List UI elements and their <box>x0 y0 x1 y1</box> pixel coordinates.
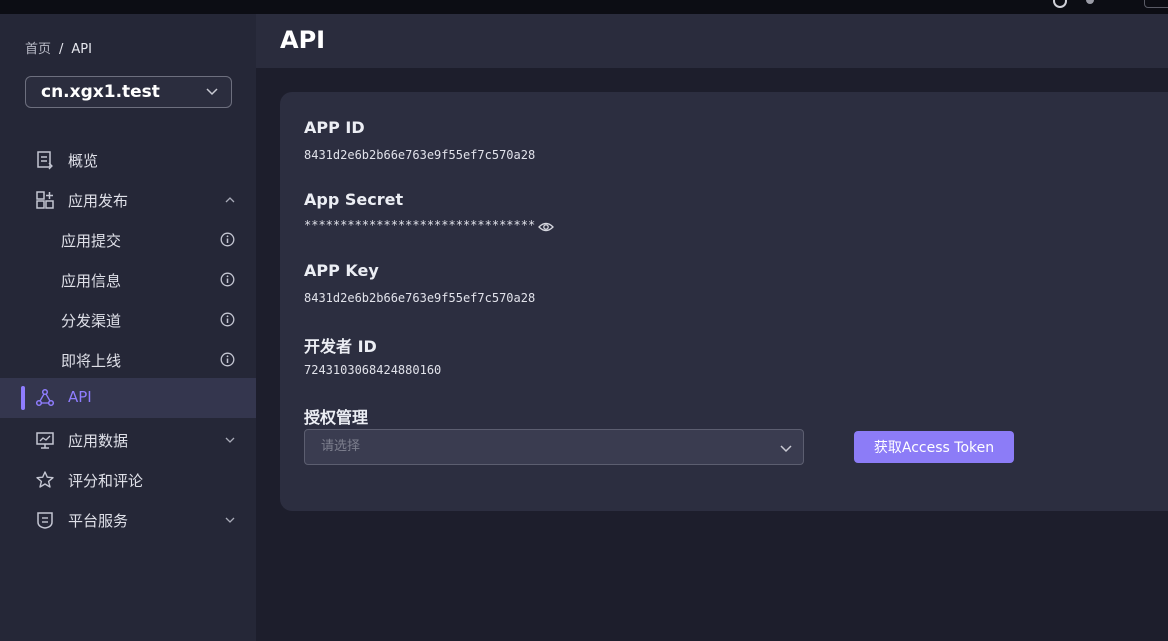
info-icon[interactable] <box>220 232 235 247</box>
page-title: API <box>280 26 326 54</box>
breadcrumb-current: API <box>71 42 92 57</box>
app-selector-value: cn.xgx1.test <box>41 82 160 102</box>
account-button[interactable] <box>1144 0 1168 8</box>
sidebar-item-label: 即将上线 <box>61 352 122 370</box>
chevron-down-icon <box>780 445 792 453</box>
eye-icon[interactable] <box>538 220 554 234</box>
document-icon <box>37 151 53 170</box>
get-access-token-button[interactable]: 获取Access Token <box>854 431 1014 463</box>
app-id-label: APP ID <box>304 118 365 137</box>
app-id-value: 8431d2e6b2b66e763e9f55ef7c570a28 <box>304 148 536 162</box>
api-nodes-icon <box>35 388 55 407</box>
auth-management-label: 授权管理 <box>304 408 369 427</box>
info-icon[interactable] <box>220 312 235 327</box>
sidebar-item-label: 平台服务 <box>68 512 129 530</box>
auth-select[interactable]: 请选择 <box>304 429 804 465</box>
monitor-chart-icon <box>36 432 54 449</box>
info-icon[interactable] <box>220 352 235 367</box>
chevron-down-icon <box>206 88 218 96</box>
sidebar-item-distribution[interactable]: 分发渠道 <box>0 300 256 340</box>
sidebar-item-platform-services[interactable]: 平台服务 <box>0 500 256 540</box>
sidebar: 首页 / API cn.xgx1.test 概览 应用发布 应用提交 应用信息 分发… <box>0 14 256 641</box>
shield-icon <box>37 512 53 529</box>
sidebar-item-label: 分发渠道 <box>61 312 122 330</box>
help-icon[interactable] <box>1053 0 1067 8</box>
active-indicator <box>21 386 25 410</box>
sidebar-item-label: API <box>68 388 92 406</box>
app-secret-value: ******************************** <box>304 218 536 232</box>
app-key-value: 8431d2e6b2b66e763e9f55ef7c570a28 <box>304 291 536 305</box>
sidebar-item-overview[interactable]: 概览 <box>0 140 256 180</box>
app-selector[interactable]: cn.xgx1.test <box>25 76 232 108</box>
chevron-down-icon <box>225 517 235 523</box>
sidebar-item-app-release[interactable]: 应用发布 <box>0 180 256 220</box>
developer-id-value: 7243103068424880160 <box>304 363 442 377</box>
page-header: API <box>256 14 1168 68</box>
sidebar-item-app-data[interactable]: 应用数据 <box>0 420 256 460</box>
sidebar-item-coming-soon[interactable]: 即将上线 <box>0 340 256 380</box>
info-icon[interactable] <box>220 272 235 287</box>
breadcrumb: 首页 / API <box>25 38 92 57</box>
sidebar-item-app-submit[interactable]: 应用提交 <box>0 220 256 260</box>
chevron-down-icon <box>225 437 235 443</box>
sidebar-item-label: 应用提交 <box>61 232 122 250</box>
chevron-up-icon <box>225 197 235 203</box>
grid-apps-icon <box>36 191 54 209</box>
auth-select-placeholder: 请选择 <box>321 439 361 454</box>
sidebar-item-api[interactable]: API <box>0 378 256 418</box>
sidebar-item-app-info[interactable]: 应用信息 <box>0 260 256 300</box>
sidebar-item-label: 概览 <box>68 152 99 170</box>
api-credentials-card: APP ID 8431d2e6b2b66e763e9f55ef7c570a28 … <box>280 92 1168 511</box>
app-key-label: APP Key <box>304 261 379 280</box>
top-window-bar <box>0 0 1168 14</box>
sidebar-item-ratings[interactable]: 评分和评论 <box>0 460 256 500</box>
star-icon <box>36 471 54 488</box>
sidebar-item-label: 评分和评论 <box>68 472 144 490</box>
sidebar-item-label: 应用发布 <box>68 192 129 210</box>
sidebar-item-label: 应用信息 <box>61 272 122 290</box>
sidebar-item-label: 应用数据 <box>68 432 129 450</box>
notification-icon[interactable] <box>1086 0 1094 4</box>
developer-id-label: 开发者 ID <box>304 337 377 356</box>
breadcrumb-home[interactable]: 首页 <box>25 42 51 57</box>
breadcrumb-separator: / <box>59 42 64 57</box>
app-secret-label: App Secret <box>304 190 404 209</box>
